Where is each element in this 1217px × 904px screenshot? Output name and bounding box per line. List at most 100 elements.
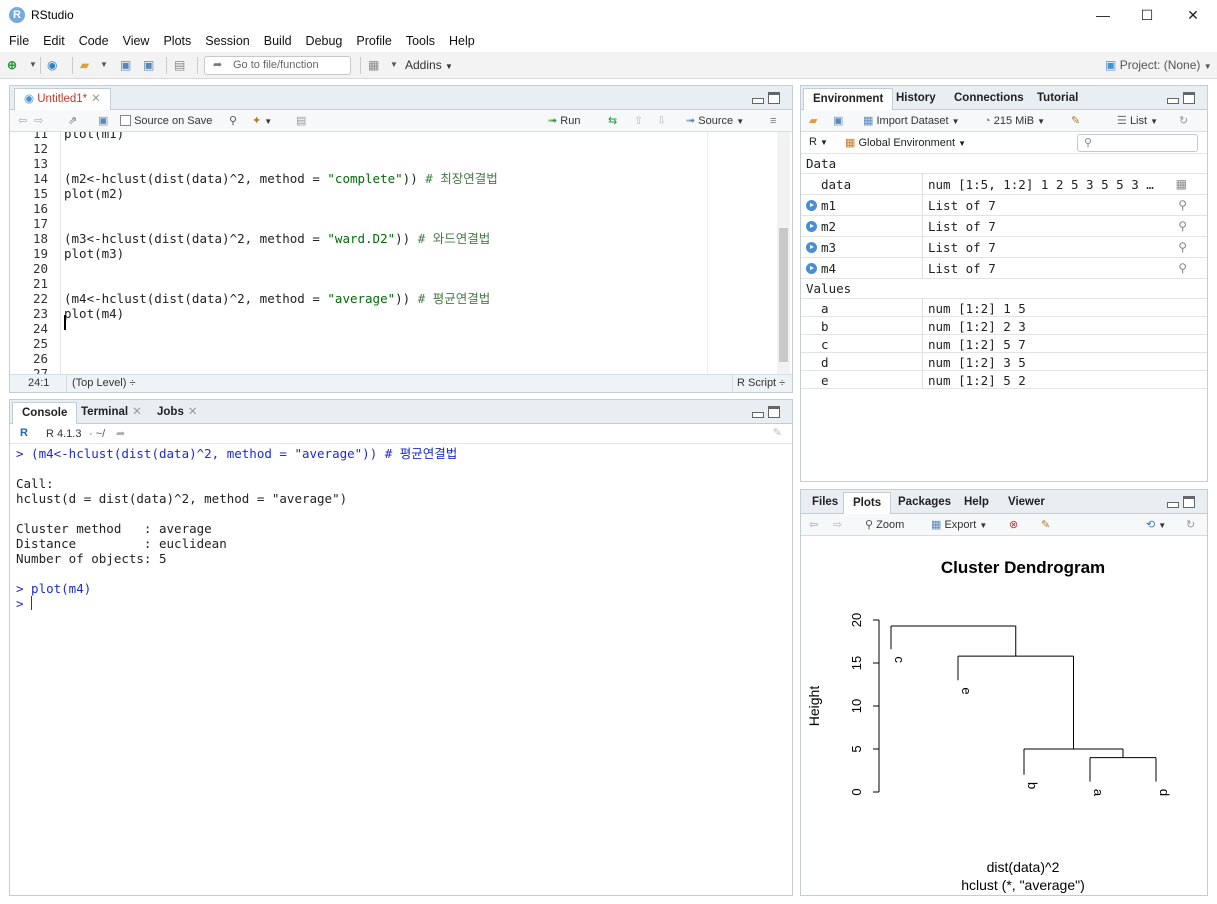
new-file-icon[interactable]: ⊕ [7,57,17,73]
tab-untitled1[interactable]: ◉ Untitled1* ✕ [14,88,111,110]
scrollbar-thumb[interactable] [779,228,788,362]
close-tab-icon[interactable]: ✕ [91,93,101,105]
plots-minmax[interactable] [1167,496,1197,510]
new-project-icon[interactable]: ◉ [47,57,57,73]
memory-usage[interactable]: ◔ 215 MiB ▼ [984,114,1045,129]
refresh-icon[interactable]: ↻ [1179,114,1188,128]
save-icon[interactable]: ▣ [120,57,131,73]
code-line[interactable] [64,276,498,291]
maximize-button[interactable]: ☐ [1124,0,1170,30]
publish-icon[interactable]: ⟲ ▼ [1146,518,1166,533]
go-up-icon[interactable]: ⇧ [634,114,643,128]
tab-help[interactable]: Help [955,492,998,514]
tab-console[interactable]: Console [12,402,78,424]
working-directory[interactable]: · ~/ [89,428,105,440]
code-line[interactable]: (m2<-hclust(dist(data)^2, method = "comp… [64,171,498,186]
code-line[interactable] [64,321,498,336]
env-minmax[interactable] [1167,92,1197,106]
run-button[interactable]: ➟ Run [548,114,580,128]
menu-edit[interactable]: Edit [36,30,72,52]
load-workspace-icon[interactable]: ▰ [809,114,817,128]
tab-environment[interactable]: Environment [803,88,894,110]
env-value-row[interactable]: e num [1:2] 5 2 [801,371,1207,389]
grid-layout-icon[interactable]: ▦ [368,57,379,73]
dropdown-arrow-icon[interactable]: ▼ [100,57,108,73]
code-line[interactable] [64,201,498,216]
code-tools-wand-icon[interactable]: ✦ ▼ [252,114,272,129]
editor-minmax[interactable] [752,92,782,106]
view-mode-dropdown[interactable]: ☰ List ▼ [1117,114,1158,129]
go-down-icon[interactable]: ⇩ [657,114,666,128]
rerun-icon[interactable]: ⇆ [608,114,617,128]
code-line[interactable] [64,336,498,351]
code-line[interactable]: (m4<-hclust(dist(data)^2, method = "aver… [64,291,498,306]
console-minmax[interactable] [752,406,782,420]
code-line[interactable] [64,156,498,171]
open-folder-icon[interactable]: ▰ [80,57,89,73]
env-search-input[interactable]: ⚲ [1077,134,1198,152]
expand-object-icon[interactable] [806,242,817,253]
project-button[interactable]: ▣ Project: (None) ▼ [1105,57,1212,73]
menu-plots[interactable]: Plots [156,30,198,52]
view-object-icon[interactable]: ⚲ [1178,198,1187,212]
export-button[interactable]: ▦ Export ▼ [931,518,987,533]
code-line[interactable] [64,141,498,156]
code-line[interactable]: plot(m1) [64,132,498,141]
compile-report-icon[interactable]: ▤ [296,114,306,128]
menu-file[interactable]: File [2,30,36,52]
tab-files[interactable]: Files [803,492,847,514]
env-value-row[interactable]: a num [1:2] 1 5 [801,299,1207,317]
expand-object-icon[interactable] [806,263,817,274]
view-object-icon[interactable]: ⚲ [1178,240,1187,254]
zoom-button[interactable]: ⚲ Zoom [865,518,904,532]
menu-session[interactable]: Session [198,30,256,52]
file-type-selector[interactable]: R Script ÷ [737,377,785,389]
code-line[interactable] [64,366,498,374]
env-value-row[interactable]: b num [1:2] 2 3 [801,317,1207,335]
env-data-row[interactable]: data num [1:5, 1:2] 1 2 5 3 5 5 3 … ▦ [801,174,1207,195]
outline-icon[interactable]: ≡ [770,114,776,128]
dropdown-arrow-icon[interactable]: ▼ [29,57,37,73]
env-value-row[interactable]: d num [1:2] 3 5 [801,353,1207,371]
view-object-icon[interactable]: ⚲ [1178,261,1187,275]
menu-view[interactable]: View [116,30,157,52]
search-icon[interactable]: ⚲ [229,114,237,128]
editor-scrollbar[interactable] [777,132,790,374]
show-in-window-icon[interactable]: ⇗ [68,114,77,128]
remove-plot-icon[interactable]: ⊗ [1009,518,1018,532]
tab-jobs[interactable]: Jobs ✕ [148,402,206,424]
tab-history[interactable]: History [887,88,945,110]
save-all-icon[interactable]: ▣ [143,57,154,73]
menu-build[interactable]: Build [257,30,299,52]
tab-packages[interactable]: Packages [889,492,960,514]
code-line[interactable] [64,216,498,231]
source-on-save-checkbox[interactable]: Source on Save [120,114,212,128]
env-value-row[interactable]: c num [1:2] 5 7 [801,335,1207,353]
save-workspace-icon[interactable]: ▣ [833,114,843,128]
clear-plots-broom-icon[interactable]: ✎ [1041,518,1050,532]
env-data-row[interactable]: m2 List of 7 ⚲ [801,216,1207,237]
view-object-icon[interactable]: ⚲ [1178,219,1187,233]
save-icon[interactable]: ▣ [98,114,108,128]
tab-viewer[interactable]: Viewer [999,492,1054,514]
tab-terminal[interactable]: Terminal ✕ [72,402,151,424]
env-data-row[interactable]: m1 List of 7 ⚲ [801,195,1207,216]
tab-plots[interactable]: Plots [843,492,892,514]
clear-console-icon[interactable]: ✎ [773,426,782,439]
close-button[interactable]: ✕ [1170,0,1216,30]
expand-object-icon[interactable] [806,200,817,211]
next-plot-icon[interactable]: ⇨ [833,518,842,532]
forward-arrow-icon[interactable]: ⇨ [34,114,43,128]
menu-help[interactable]: Help [442,30,482,52]
env-data-row[interactable]: m4 List of 7 ⚲ [801,258,1207,279]
expand-object-icon[interactable] [806,221,817,232]
console-output[interactable]: > (m4<-hclust(dist(data)^2, method = "av… [16,446,457,611]
goto-dir-icon[interactable]: ➦ [116,427,125,440]
tab-tutorial[interactable]: Tutorial [1028,88,1087,110]
code-line[interactable] [64,261,498,276]
addins-button[interactable]: Addins ▼ [405,57,453,73]
code-line[interactable]: plot(m4) [64,306,498,321]
menu-code[interactable]: Code [72,30,116,52]
back-arrow-icon[interactable]: ⇦ [18,114,27,128]
goto-file-input[interactable]: ➦ Go to file/function [204,56,351,75]
